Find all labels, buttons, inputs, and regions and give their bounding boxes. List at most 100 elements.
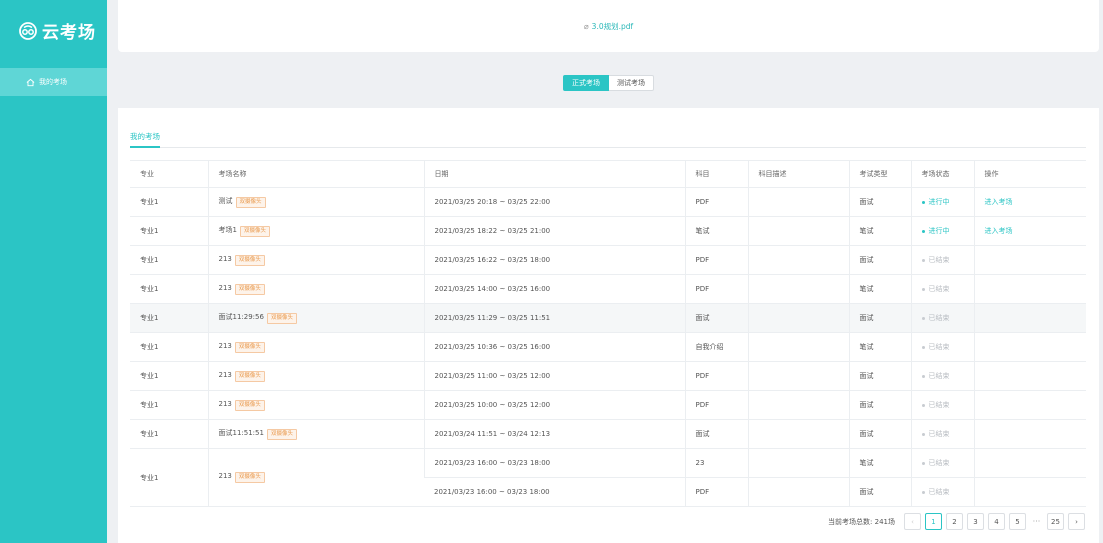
tab-my-exam-rooms[interactable]: 我的考场 [130, 131, 160, 148]
cell-date: 2021/03/25 16:22 ~ 03/25 18:00 [423, 245, 685, 275]
cell-status: 已结束 [910, 332, 974, 362]
enter-room-link[interactable]: 进入考场 [985, 198, 1013, 206]
cell-desc [747, 448, 849, 478]
cell-major: 专业1 [130, 448, 208, 507]
cell-date: 2021/03/25 20:18 ~ 03/25 22:00 [423, 187, 685, 217]
room-name-text: 213 [218, 399, 232, 408]
dual-camera-tag: 双摄像头 [234, 399, 265, 411]
page-1-button[interactable]: 1 [925, 513, 942, 530]
status-badge: 已结束 [921, 284, 950, 294]
major-text: 专业1 [140, 401, 159, 409]
file-link-label: 3.0规划.pdf [591, 21, 634, 31]
status-dot-icon [921, 374, 925, 378]
header-status: 考场状态 [910, 160, 974, 188]
cell-type: 面试 [848, 361, 911, 391]
pagination-ellipsis[interactable]: ··· [1030, 517, 1043, 526]
date-text: 2021/03/24 11:51 ~ 03/24 12:13 [434, 430, 551, 438]
status-text: 已结束 [928, 430, 950, 438]
dual-camera-tag: 双摄像头 [234, 283, 265, 295]
cell-major: 专业1 [130, 216, 208, 246]
status-badge: 已结束 [921, 313, 950, 323]
subject-text: 23 [695, 459, 705, 467]
status-dot-icon [921, 461, 925, 465]
dual-camera-tag: 双摄像头 [235, 197, 266, 208]
test-exam-button[interactable]: 测试考场 [609, 75, 654, 91]
cell-subject: PDF [684, 274, 748, 304]
file-link[interactable]: ⌀ 3.0规划.pdf [584, 21, 633, 32]
table-row: 专业1 213 双摄像头 2021/03/23 16:00 ~ 03/23 18:00… [130, 448, 1086, 507]
status-text: 已结束 [928, 256, 950, 264]
header-exam-type: 考试类型 [848, 160, 911, 188]
room-name-text: 213 [218, 254, 232, 263]
cell-subject: 面试 [684, 303, 748, 333]
cell-status: 已结束 [910, 245, 974, 275]
header-subject: 科目 [684, 160, 748, 188]
page-last-button[interactable]: 25 [1047, 513, 1064, 530]
dual-camera-tag: 双摄像头 [234, 254, 265, 266]
status-dot-icon [921, 432, 925, 436]
room-name-text: 213 [218, 370, 232, 379]
status-dot-icon [921, 258, 925, 262]
cell-subject: 面试 [684, 419, 748, 449]
table-row: 专业1 213 双摄像头 2021/03/25 16:22 ~ 03/25 18:00… [130, 245, 1086, 275]
cell-major: 专业1 [130, 361, 208, 391]
subject-text: PDF [695, 285, 710, 293]
table-header-row: 专业 考场名称 日期 科目 科目描述 考试类型 考场状态 操作 [130, 160, 1086, 188]
page-4-button[interactable]: 4 [988, 513, 1005, 530]
cell-type: 面试 [848, 419, 911, 449]
cell-type: 笔试 [848, 216, 911, 246]
cell-status: 已结束 [910, 390, 974, 420]
room-name-text: 考场1 [218, 226, 237, 234]
type-text: 笔试 [859, 343, 874, 351]
major-text: 专业1 [140, 430, 159, 438]
cell-desc [747, 419, 849, 449]
type-text: 面试 [859, 401, 874, 409]
major-text: 专业1 [140, 473, 159, 482]
cell-desc [747, 274, 849, 304]
status-text: 进行中 [928, 198, 950, 206]
page-2-button[interactable]: 2 [946, 513, 963, 530]
cell-date: 2021/03/23 16:00 ~ 03/23 18:00 [424, 477, 685, 507]
room-name-text: 面试11:51:51 [218, 429, 264, 437]
sidebar-item-my-exam-rooms[interactable]: 我的考场 [0, 68, 107, 96]
room-name-text: 213 [218, 472, 232, 480]
status-dot-icon [921, 229, 925, 233]
status-badge: 已结束 [921, 400, 950, 410]
status-badge: 已结束 [921, 371, 950, 381]
table-row: 专业1 213 双摄像头 2021/03/25 10:36 ~ 03/25 16:00… [130, 332, 1086, 362]
cell-status: 已结束 [910, 361, 974, 391]
formal-exam-button[interactable]: 正式考场 [563, 75, 609, 91]
status-text: 已结束 [928, 459, 950, 467]
cell-subject: PDF [684, 390, 748, 420]
subject-text: PDF [695, 372, 710, 380]
status-text: 已结束 [928, 285, 950, 293]
status-text: 已结束 [928, 401, 950, 409]
next-page-button[interactable]: › [1068, 513, 1085, 530]
cell-desc [747, 187, 849, 217]
home-icon [26, 78, 35, 86]
cell-room-name: 213 双摄像头 [207, 245, 424, 275]
prev-page-button[interactable]: ‹ [904, 513, 921, 530]
cell-type: 面试 [848, 390, 911, 420]
cell-date: 2021/03/24 11:51 ~ 03/24 12:13 [423, 419, 685, 449]
page-3-button[interactable]: 3 [967, 513, 984, 530]
cell-room-name: 面试11:29:56 双摄像头 [207, 303, 424, 333]
cell-date: 2021/03/25 18:22 ~ 03/25 21:00 [423, 216, 685, 246]
cell-room-name: 测试 双摄像头 [207, 187, 424, 217]
app-logo[interactable]: 云考场 [18, 18, 96, 43]
table-row: 专业1 213 双摄像头 2021/03/25 11:00 ~ 03/25 12:00… [130, 361, 1086, 391]
room-name-text: 213 [218, 341, 232, 350]
cell-subject: PDF [684, 245, 748, 275]
page-5-button[interactable]: 5 [1009, 513, 1026, 530]
type-text: 面试 [859, 314, 874, 322]
date-text: 2021/03/23 16:00 ~ 03/23 18:00 [434, 488, 550, 496]
dual-camera-tag: 双摄像头 [234, 472, 265, 483]
status-text: 已结束 [928, 343, 950, 351]
subject-text: 自我介绍 [695, 343, 724, 351]
date-text: 2021/03/25 10:00 ~ 03/25 12:00 [434, 401, 551, 409]
enter-room-link[interactable]: 进入考场 [985, 227, 1013, 235]
major-text: 专业1 [140, 314, 159, 322]
cell-action [973, 245, 1086, 275]
cell-desc [747, 216, 849, 246]
cell-date: 2021/03/25 10:36 ~ 03/25 16:00 [423, 332, 685, 362]
